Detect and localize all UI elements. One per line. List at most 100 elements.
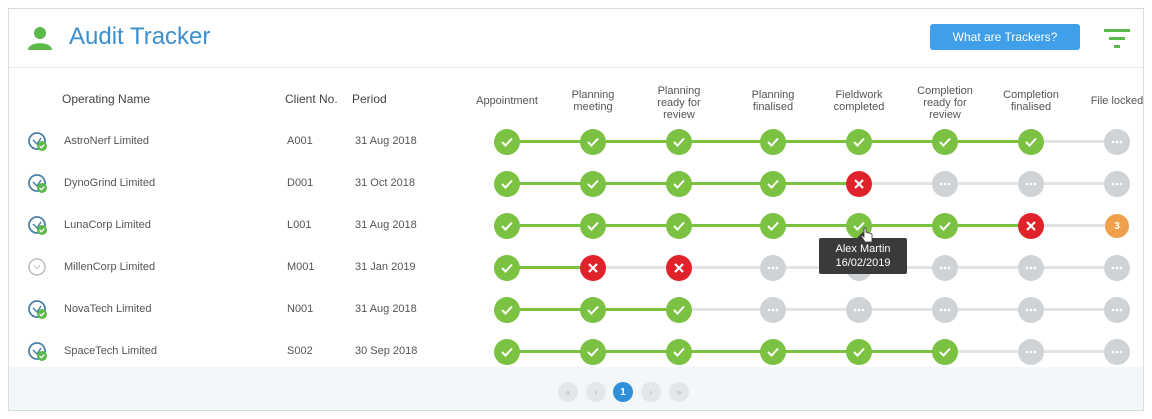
cell-client: D001 xyxy=(287,177,314,189)
stage-pending-dots-icon[interactable] xyxy=(1018,339,1044,365)
progress-icon[interactable] xyxy=(27,215,49,237)
progress-icon[interactable] xyxy=(27,131,49,153)
col-stage-line: finalised xyxy=(1010,101,1052,113)
tooltip-name: Alex Martin xyxy=(835,243,891,255)
col-stage-line: completed xyxy=(833,101,885,113)
track-segment xyxy=(679,140,773,143)
stage-done-check-icon[interactable] xyxy=(760,213,786,239)
cell-period: 31 Aug 2018 xyxy=(355,135,417,147)
stage-pending-dots-icon[interactable] xyxy=(760,255,786,281)
stage-done-check-icon[interactable] xyxy=(666,339,692,365)
col-stage-line: Planning xyxy=(657,85,701,97)
stage-failed-cross-icon[interactable] xyxy=(580,255,606,281)
col-stage-line: ready for xyxy=(923,97,967,109)
col-stage-2: Planning ready for review xyxy=(639,85,719,121)
progress-icon[interactable] xyxy=(27,299,49,321)
table-row[interactable]: MillenCorp Limited M001 31 Jan 2019 xyxy=(9,247,1143,289)
track-segment xyxy=(679,350,773,353)
next-page-button[interactable]: › xyxy=(641,382,661,402)
stage-done-check-icon[interactable] xyxy=(1018,129,1044,155)
page-1-button[interactable]: 1 xyxy=(613,382,633,402)
cell-period: 31 Aug 2018 xyxy=(355,303,417,315)
stage-done-check-icon[interactable] xyxy=(494,213,520,239)
stage-pending-dots-icon[interactable] xyxy=(1018,171,1044,197)
col-period[interactable]: Period xyxy=(352,93,387,105)
stage-pending-dots-icon[interactable] xyxy=(1018,255,1044,281)
stage-pending-dots-icon[interactable] xyxy=(1104,339,1130,365)
prev-page-button[interactable]: ‹ xyxy=(586,382,606,402)
stage-failed-cross-icon[interactable] xyxy=(666,255,692,281)
empty-progress-icon[interactable] xyxy=(27,257,49,279)
audit-tracker-panel: Audit Tracker What are Trackers? Operati… xyxy=(8,8,1144,411)
stage-done-check-icon[interactable] xyxy=(932,339,958,365)
cell-client: N001 xyxy=(287,303,314,315)
cell-period: 31 Oct 2018 xyxy=(355,177,415,189)
user-icon xyxy=(28,27,52,50)
stage-done-check-icon[interactable] xyxy=(494,171,520,197)
col-stage-3: Planning finalised xyxy=(733,89,813,113)
stage-done-check-icon[interactable] xyxy=(666,213,692,239)
table-row[interactable]: NovaTech Limited N001 31 Aug 2018 xyxy=(9,289,1143,331)
col-operating-name[interactable]: Operating Name xyxy=(62,93,150,105)
col-stage-line: Completion xyxy=(1003,89,1059,101)
progress-icon[interactable] xyxy=(27,173,49,195)
track-segment xyxy=(679,224,773,227)
col-stage-line: review xyxy=(929,109,961,121)
stage-failed-cross-icon[interactable] xyxy=(846,171,872,197)
header: Audit Tracker What are Trackers? xyxy=(9,9,1143,67)
stage-done-check-icon[interactable] xyxy=(932,129,958,155)
stage-pending-dots-icon[interactable] xyxy=(1104,255,1130,281)
stage-done-check-icon[interactable] xyxy=(580,297,606,323)
table-row[interactable]: DynoGrind Limited D001 31 Oct 2018 xyxy=(9,163,1143,205)
stage-pending-dots-icon[interactable] xyxy=(846,297,872,323)
count-value: 3 xyxy=(1114,220,1120,232)
stage-done-check-icon[interactable] xyxy=(494,129,520,155)
col-stage-line: File locked xyxy=(1090,95,1144,107)
stage-failed-cross-icon[interactable] xyxy=(1018,213,1044,239)
cell-client: M001 xyxy=(287,261,315,273)
stage-done-check-icon[interactable] xyxy=(494,339,520,365)
what-are-trackers-button[interactable]: What are Trackers? xyxy=(930,24,1080,50)
stage-done-check-icon[interactable] xyxy=(580,171,606,197)
stage-pending-dots-icon[interactable] xyxy=(932,255,958,281)
stage-pending-dots-icon[interactable] xyxy=(1018,297,1044,323)
col-client-no[interactable]: Client No. xyxy=(285,93,338,105)
stage-done-check-icon[interactable] xyxy=(666,129,692,155)
stage-done-check-icon[interactable] xyxy=(580,339,606,365)
stage-done-check-icon[interactable] xyxy=(666,171,692,197)
last-page-button[interactable]: » xyxy=(669,382,689,402)
stage-done-check-icon[interactable] xyxy=(760,171,786,197)
first-page-button[interactable]: « xyxy=(558,382,578,402)
stage-done-check-icon[interactable] xyxy=(494,255,520,281)
stage-pending-dots-icon[interactable] xyxy=(932,171,958,197)
cell-client: A001 xyxy=(287,135,313,147)
col-stage-5: Completion ready for review xyxy=(905,85,985,121)
col-stage-line: Appointment xyxy=(476,95,538,107)
stage-pending-dots-icon[interactable] xyxy=(932,297,958,323)
stage-pending-dots-icon[interactable] xyxy=(1104,129,1130,155)
col-stage-7: File locked xyxy=(1077,95,1144,107)
stage-done-check-icon[interactable] xyxy=(580,129,606,155)
stage-done-check-icon[interactable] xyxy=(580,213,606,239)
col-stage-1: Planning meeting xyxy=(553,89,633,113)
track-segment xyxy=(679,308,773,311)
stage-done-check-icon[interactable] xyxy=(846,129,872,155)
stage-done-check-icon[interactable] xyxy=(932,213,958,239)
page-title: Audit Tracker xyxy=(69,23,211,50)
progress-icon[interactable] xyxy=(27,341,49,363)
stage-pending-dots-icon[interactable] xyxy=(1104,297,1130,323)
stage-pending-dots-icon[interactable] xyxy=(1104,171,1130,197)
table-row[interactable]: LunaCorp Limited L001 31 Aug 2018 3 xyxy=(9,205,1143,247)
cell-name: DynoGrind Limited xyxy=(64,177,156,189)
stage-done-check-icon[interactable] xyxy=(666,297,692,323)
stage-done-check-icon[interactable] xyxy=(846,339,872,365)
stage-done-check-icon[interactable] xyxy=(494,297,520,323)
col-stage-line: Planning xyxy=(571,89,615,101)
cell-period: 31 Jan 2019 xyxy=(355,261,416,273)
count-badge[interactable]: 3 xyxy=(1105,214,1129,238)
stage-done-check-icon[interactable] xyxy=(760,129,786,155)
stage-done-check-icon[interactable] xyxy=(760,339,786,365)
table-row[interactable]: AstroNerf Limited A001 31 Aug 2018 xyxy=(9,121,1143,163)
filter-icon[interactable] xyxy=(1104,27,1130,49)
stage-pending-dots-icon[interactable] xyxy=(760,297,786,323)
